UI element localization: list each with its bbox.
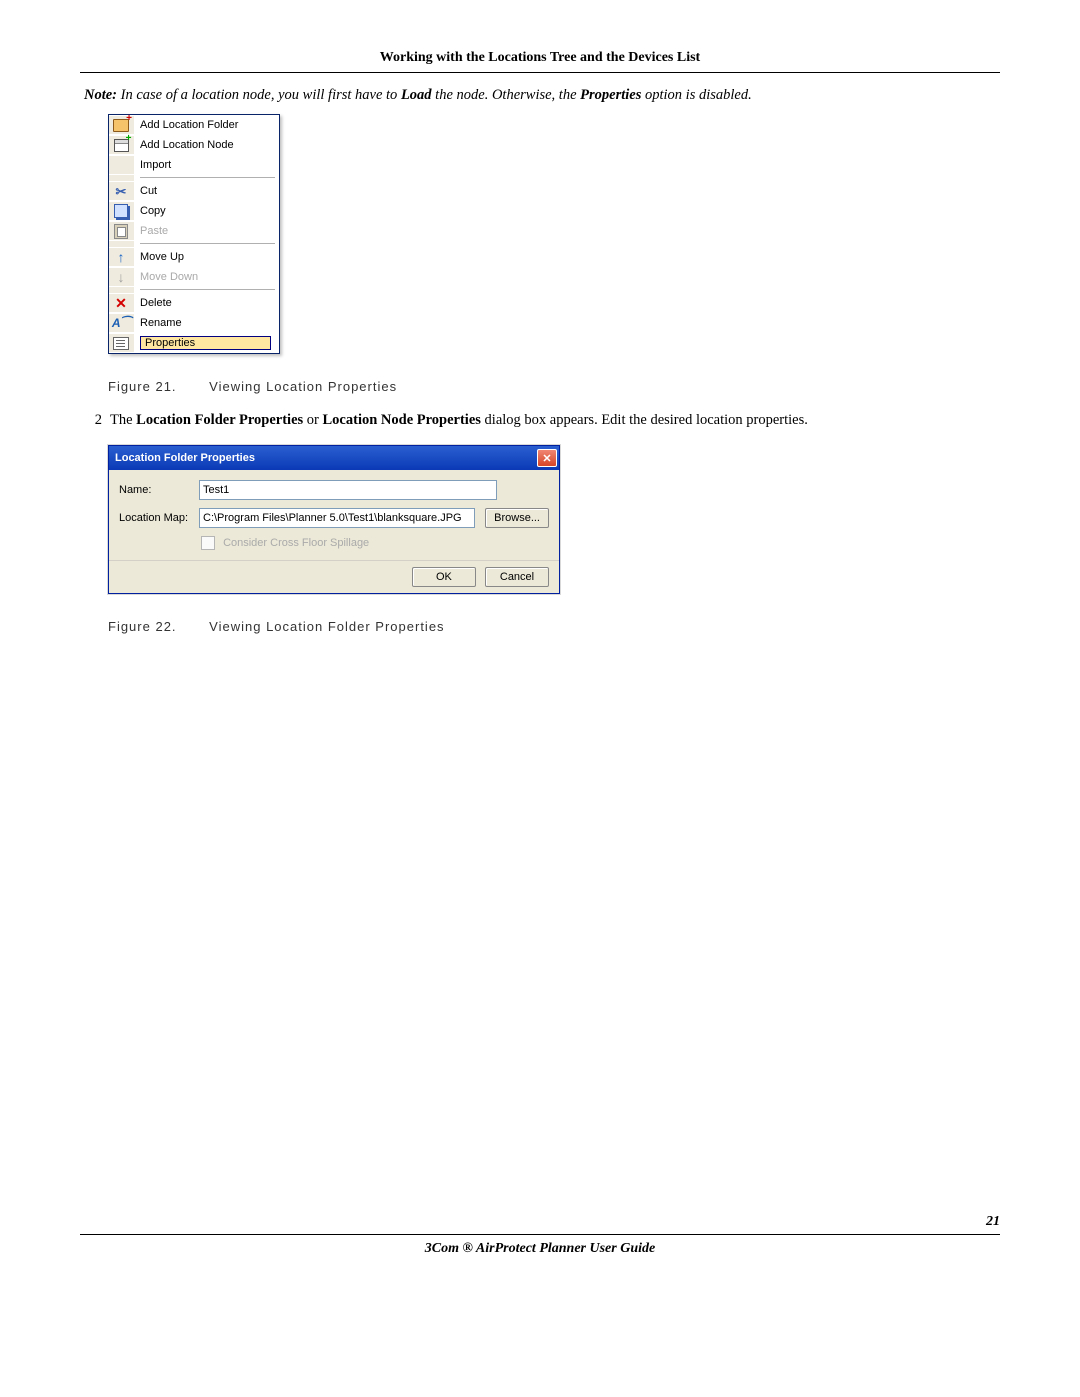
t: The [110,412,136,428]
menu-item-label: Move Up [140,250,273,264]
menu-item-label: Copy [140,204,273,218]
location-folder-properties-dialog: Location Folder Properties ✕ Name: Locat… [108,445,560,594]
t: Location Node Properties [323,412,481,428]
arrow-down-icon: ↓ [118,270,125,284]
rename-icon: A⁀ [112,317,130,329]
menu-item-label: Move Down [140,270,273,284]
name-label: Name: [119,484,199,496]
cross-floor-checkbox [201,536,215,550]
step-2: 2 The Location Folder Properties or Loca… [80,412,1000,429]
menu-item-label: Import [140,158,273,172]
browse-button[interactable]: Browse... [485,508,549,528]
menu-item-copy[interactable]: Copy [109,201,279,221]
cross-floor-label: Consider Cross Floor Spillage [223,537,369,549]
menu-item-label: Rename [140,316,273,330]
page-header: Working with the Locations Tree and the … [80,50,1000,72]
location-map-field[interactable] [199,508,475,528]
dialog-titlebar[interactable]: Location Folder Properties ✕ [109,446,559,470]
dialog-title: Location Folder Properties [115,452,537,464]
note-prefix: Note: [84,87,117,103]
arrow-up-icon: ↑ [118,250,125,264]
figure-22-caption: Figure 22. Viewing Location Folder Prope… [108,619,1000,634]
figure-number: Figure 21. [108,379,177,394]
context-menu: Add Location Folder Add Location Node Im… [108,114,280,354]
close-button[interactable]: ✕ [537,449,557,467]
menu-item-move-up[interactable]: ↑ Move Up [109,247,279,267]
menu-item-label: Paste [140,224,273,238]
menu-item-rename[interactable]: A⁀ Rename [109,313,279,333]
scissors-icon: ✂ [116,185,127,198]
location-map-label: Location Map: [119,512,199,524]
t: Location Folder Properties [136,412,303,428]
footer-text: 3Com ® AirProtect Planner User Guide [80,1241,1000,1257]
menu-item-cut[interactable]: ✂ Cut [109,181,279,201]
menu-item-label: Add Location Folder [140,118,273,132]
note-part1: In case of a location node, you will fir… [117,87,401,103]
menu-item-delete[interactable]: ✕ Delete [109,293,279,313]
figure-21-caption: Figure 21. Viewing Location Properties [108,379,1000,394]
menu-item-label: Delete [140,296,273,310]
copy-icon [114,204,128,218]
t: dialog box appears. Edit the desired loc… [481,412,808,428]
footer-rule [80,1234,1000,1235]
header-rule [80,72,1000,73]
paste-icon [114,224,128,239]
figure-title: Viewing Location Properties [209,379,397,394]
delete-x-icon: ✕ [115,296,127,310]
menu-item-label: Add Location Node [140,138,273,152]
menu-item-move-down: ↓ Move Down [109,267,279,287]
menu-item-properties[interactable]: Properties [109,333,279,353]
cancel-button[interactable]: Cancel [485,567,549,587]
close-icon: ✕ [542,452,551,465]
menu-item-paste: Paste [109,221,279,241]
figure-number: Figure 22. [108,619,177,634]
note-part3: option is disabled. [641,87,751,103]
note-load: Load [401,87,432,103]
menu-item-label: Cut [140,184,273,198]
note-part2: the node. Otherwise, the [432,87,581,103]
properties-icon [113,337,129,350]
menu-item-import[interactable]: Import [109,155,279,175]
t: or [303,412,322,428]
page-number: 21 [80,1214,1000,1230]
folder-add-icon [113,119,129,132]
menu-item-label: Properties [145,336,195,350]
ok-button[interactable]: OK [412,567,476,587]
note-properties: Properties [580,87,641,103]
node-add-icon [114,139,129,152]
step-number: 2 [80,412,110,429]
menu-item-add-location-folder[interactable]: Add Location Folder [109,115,279,135]
note-line: Note: In case of a location node, you wi… [80,87,1000,104]
name-field[interactable] [199,480,497,500]
menu-item-add-location-node[interactable]: Add Location Node [109,135,279,155]
step-text: The Location Folder Properties or Locati… [110,412,1000,429]
figure-title: Viewing Location Folder Properties [209,619,444,634]
